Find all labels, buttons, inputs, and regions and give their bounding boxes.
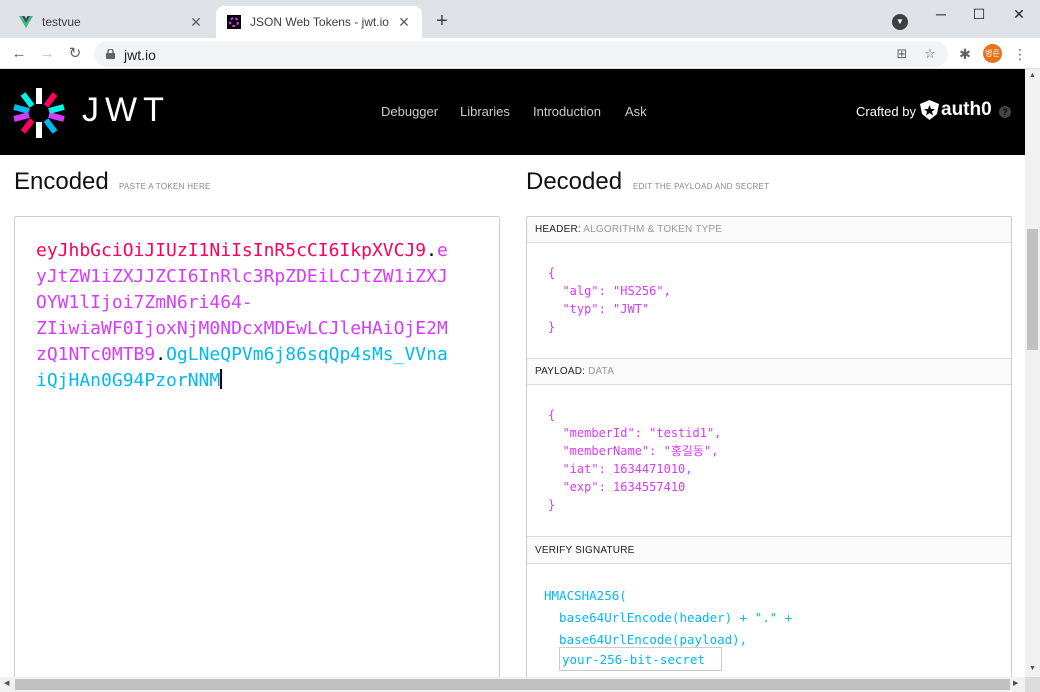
header-section-heading: HEADER: ALGORITHM & TOKEN TYPE: [527, 217, 1011, 243]
auth0-shield-icon: [920, 100, 939, 120]
token-segment-head: eyJhbGciOiJIUzI1NiIsInR5cCI6IkpXVCJ9: [36, 240, 427, 261]
payload-section-heading: PAYLOAD: DATA: [527, 359, 1011, 385]
header-section-label: HEADER:: [535, 224, 581, 235]
jwt-logo-icon[interactable]: [12, 86, 66, 140]
scrollbar-corner: [1025, 677, 1040, 692]
token-segment-pay: OYW1lIjoi7ZmN6ri464-: [36, 292, 253, 313]
token-segment-pay: zQ1NTc0MTB9: [36, 344, 156, 365]
translate-icon[interactable]: ⊞: [894, 46, 910, 62]
browser-tab-testvue[interactable]: testvue ✕: [8, 6, 214, 38]
scroll-down-arrow-icon[interactable]: ▼: [1028, 665, 1037, 672]
decoded-title: Decoded: [526, 168, 623, 195]
token-line: ZIiwiaWF0IjoxNjM0NDcxMDEwLCJleHAiOjE2M: [36, 316, 448, 342]
payload-section-label: PAYLOAD:: [535, 366, 586, 377]
token-segment-pay: ZIiwiaWF0IjoxNjM0NDcxMDEwLCJleHAiOjE2M: [36, 318, 448, 339]
browser-toolbar: ← → ↻ jwt.io ⊞ ☆ ✱ 병준 ⋮: [0, 38, 1040, 69]
scroll-right-arrow-icon[interactable]: ▶: [1013, 679, 1018, 687]
header-section-sublabel: ALGORITHM & TOKEN TYPE: [583, 224, 723, 235]
encoded-title: Encoded: [14, 168, 109, 195]
crafted-by-label: Crafted by: [856, 104, 916, 119]
nav-ask[interactable]: Ask: [625, 104, 647, 119]
profile-avatar[interactable]: 병준: [983, 44, 1002, 63]
browser-tab-jwt[interactable]: JSON Web Tokens - jwt.io ✕: [216, 6, 422, 38]
reload-icon[interactable]: ↻: [64, 43, 86, 65]
help-icon[interactable]: ?: [999, 106, 1011, 118]
jwt-logo-text[interactable]: JWT: [82, 91, 170, 130]
encoded-token-text[interactable]: eyJhbGciOiJIUzI1NiIsInR5cCI6IkpXVCJ9.e yJ…: [36, 238, 448, 394]
secret-input[interactable]: [559, 647, 722, 671]
tab-title: testvue: [42, 15, 81, 29]
auth0-label: auth0: [941, 99, 992, 120]
vertical-scroll-thumb[interactable]: [1027, 229, 1038, 350]
site-header: JWT Debugger Libraries Introduction Ask …: [0, 69, 1025, 155]
tab-search-icon[interactable]: ▼: [892, 14, 908, 30]
lock-icon: [106, 49, 115, 59]
payload-json-editor[interactable]: { "memberId": "testid1", "memberName": "…: [548, 406, 721, 514]
signature-code: HMACSHA256( base64UrlEncode(header) + ".…: [544, 588, 793, 647]
token-segment-dot: .: [155, 344, 167, 365]
encoded-subtitle: PASTE A TOKEN HERE: [119, 182, 211, 191]
token-segment-dot: .: [426, 240, 437, 261]
close-window-button[interactable]: ✕: [996, 4, 1040, 24]
token-line: iQjHAn0G94PzorNNM: [36, 368, 446, 394]
text-caret: [220, 369, 223, 389]
token-segment-pay: e: [436, 240, 448, 261]
new-tab-button[interactable]: +: [432, 11, 452, 31]
bookmark-star-icon[interactable]: ☆: [922, 46, 938, 62]
back-arrow-icon[interactable]: ←: [8, 43, 30, 65]
token-line: eyJhbGciOiJIUzI1NiIsInR5cCI6IkpXVCJ9.e: [36, 238, 448, 264]
nav-libraries[interactable]: Libraries: [460, 104, 510, 119]
vue-icon: [18, 14, 34, 30]
jwt-icon: [226, 14, 242, 30]
scroll-left-arrow-icon[interactable]: ◀: [4, 679, 9, 687]
forward-arrow-icon[interactable]: →: [36, 43, 58, 65]
auth0-link[interactable]: auth0: [920, 99, 992, 121]
horizontal-scrollbar[interactable]: ◀ ▶: [0, 677, 1025, 692]
decoded-panel: HEADER: ALGORITHM & TOKEN TYPE { "alg": …: [526, 216, 1012, 692]
signature-section-heading: VERIFY SIGNATURE: [527, 537, 1011, 564]
token-segment-pay: yJtZW1iZXJJZCI6InRlc3RpZDEiLCJtZW1iZXJ: [36, 266, 448, 287]
header-json-editor[interactable]: { "alg": "HS256", "typ": "JWT" }: [548, 264, 671, 336]
tab-title: JSON Web Tokens - jwt.io: [250, 15, 389, 29]
close-tab-icon[interactable]: ✕: [396, 14, 412, 30]
address-bar[interactable]: jwt.io ⊞ ☆: [94, 41, 948, 67]
close-tab-icon[interactable]: ✕: [188, 14, 204, 30]
token-segment-sig: OgLNeQPVm6j86sqQp4sMs_VVna: [166, 344, 448, 365]
extensions-icon[interactable]: ✱: [955, 44, 975, 64]
token-line: zQ1NTc0MTB9.OgLNeQPVm6j86sqQp4sMs_VVna: [36, 342, 448, 368]
nav-introduction[interactable]: Introduction: [533, 104, 601, 119]
signature-section-label: VERIFY SIGNATURE: [535, 545, 635, 556]
menu-kebab-icon[interactable]: ⋮: [1010, 44, 1030, 64]
token-line: OYW1lIjoi7ZmN6ri464-: [36, 290, 446, 316]
token-segment-sig: iQjHAn0G94PzorNNM: [36, 370, 221, 391]
url-text: jwt.io: [124, 47, 156, 63]
decoded-subtitle: EDIT THE PAYLOAD AND SECRET: [633, 182, 770, 191]
browser-tabstrip: testvue ✕ JSON Web Tokens - jwt.io ✕ + ▼…: [0, 0, 1040, 38]
token-line: yJtZW1iZXJJZCI6InRlc3RpZDEiLCJtZW1iZXJ: [36, 264, 448, 290]
nav-debugger[interactable]: Debugger: [381, 104, 438, 119]
vertical-scrollbar[interactable]: ▲ ▼: [1025, 69, 1040, 677]
horizontal-scroll-thumb[interactable]: [15, 679, 1010, 690]
payload-section-sublabel: DATA: [588, 366, 615, 377]
scroll-up-arrow-icon[interactable]: ▲: [1028, 72, 1037, 79]
